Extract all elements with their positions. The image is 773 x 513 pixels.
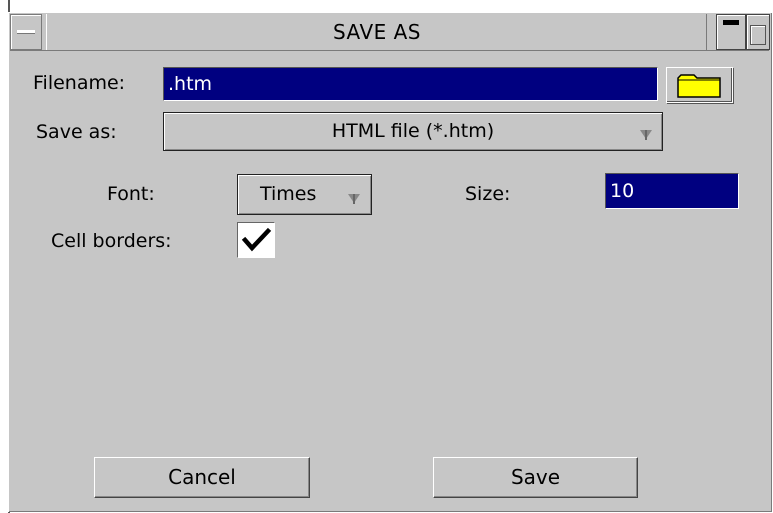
window-menu-icon bbox=[17, 30, 35, 34]
size-label: Size: bbox=[465, 183, 511, 205]
checkmark-icon bbox=[241, 227, 272, 252]
font-label: Font: bbox=[107, 183, 155, 205]
folder-icon bbox=[677, 74, 721, 98]
saveas-label: Save as: bbox=[36, 121, 117, 143]
window-title: SAVE AS bbox=[46, 14, 707, 50]
cell-borders-checkbox[interactable] bbox=[237, 222, 275, 258]
size-input[interactable]: 10 bbox=[605, 173, 739, 209]
maximize-icon bbox=[750, 25, 766, 45]
size-value: 10 bbox=[610, 180, 635, 202]
minimize-button[interactable] bbox=[716, 14, 746, 50]
browse-folder-button[interactable] bbox=[666, 67, 733, 103]
dropdown-arrow-icon bbox=[348, 194, 360, 204]
title-bar[interactable]: SAVE AS bbox=[10, 14, 770, 51]
filename-input[interactable]: .htm bbox=[163, 67, 658, 101]
saveas-dropdown[interactable]: HTML file (*.htm) bbox=[163, 112, 663, 151]
minimize-icon bbox=[723, 20, 739, 25]
window-menu-button[interactable] bbox=[10, 14, 42, 50]
cancel-button[interactable]: Cancel bbox=[94, 457, 310, 498]
maximize-button[interactable] bbox=[746, 14, 770, 50]
cell-borders-label: Cell borders: bbox=[51, 230, 172, 252]
font-dropdown[interactable]: Times bbox=[237, 174, 372, 215]
font-value: Times bbox=[260, 183, 317, 205]
filename-label: Filename: bbox=[33, 72, 126, 94]
filename-value: .htm bbox=[168, 73, 213, 95]
saveas-value: HTML file (*.htm) bbox=[331, 120, 495, 142]
dropdown-arrow-icon bbox=[640, 130, 652, 140]
save-button[interactable]: Save bbox=[433, 457, 638, 498]
